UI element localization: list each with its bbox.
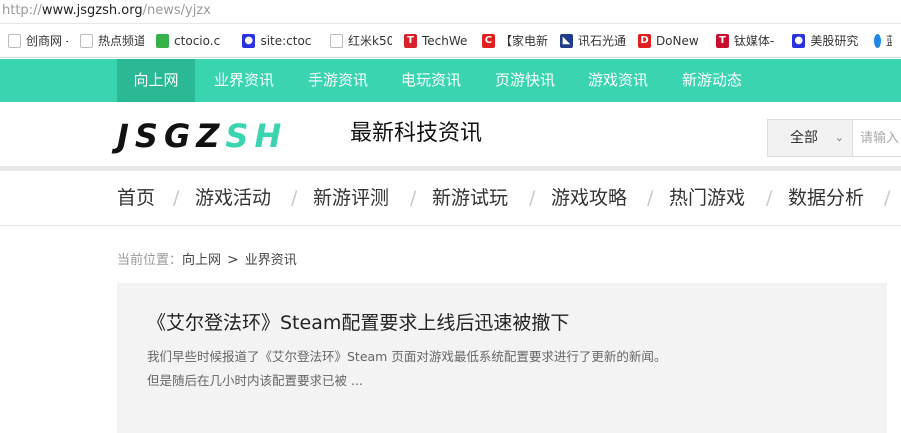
secnav-item-trials[interactable]: 新游试玩: [432, 185, 508, 211]
bookmark-item[interactable]: 红米k50: [322, 29, 396, 53]
article-title[interactable]: 《艾尔登法环》Steam配置要求上线后迅速被撤下: [147, 309, 569, 337]
bookmark-label: 红米k50: [348, 34, 392, 48]
search-box: 全部 ⌄: [767, 119, 901, 157]
topnav-item-mobile-games[interactable]: 手游资讯: [303, 59, 373, 102]
bookmark-label: 钛媒体-: [733, 34, 775, 48]
chevron-down-icon: ⌄: [834, 131, 844, 144]
baidu-paw-icon: ●: [792, 33, 806, 48]
logo-part-green: SH: [225, 117, 288, 155]
nav-separator: /: [291, 187, 298, 209]
url-host: www.jsgzsh.org: [41, 3, 143, 18]
search-scope-label: 全部: [790, 130, 818, 146]
bookmark-label: 【家电新: [499, 34, 548, 48]
breadcrumb-prefix: 当前位置：: [117, 253, 183, 268]
nav-separator: /: [173, 187, 180, 209]
bookmark-item[interactable]: C 【家电新: [474, 29, 552, 53]
bookmark-label: 热点频道: [98, 34, 144, 48]
techweb-icon: T: [404, 33, 417, 48]
bookmarks-bar: 创商网 - 热点频道 ctocio.c ● site:ctoc 红米k50 T …: [0, 24, 901, 58]
bookmark-item[interactable]: 蓝: [866, 29, 896, 53]
bookmark-item[interactable]: 热点频道: [72, 29, 148, 53]
url-path: /news/yjzx: [142, 3, 211, 18]
secnav-item-guides[interactable]: 游戏攻略: [551, 185, 627, 211]
bookmark-item[interactable]: 创商网 -: [0, 29, 72, 53]
topnav-item-new-games[interactable]: 新游动态: [677, 59, 747, 102]
address-bar[interactable]: http://www.jsgzsh.org/news/yjzx: [0, 0, 901, 24]
site-header: JSGZSH 最新科技资讯 全部 ⌄: [0, 102, 901, 166]
bookmark-item[interactable]: ◣ 讯石光通: [552, 29, 630, 53]
page-icon: [8, 33, 21, 48]
bookmark-item[interactable]: ● site:ctoc: [234, 29, 322, 53]
page-icon: [80, 33, 94, 48]
breadcrumb-current[interactable]: 业界资讯: [245, 253, 297, 268]
secnav-item-analytics[interactable]: 数据分析: [788, 185, 864, 211]
bookmark-label: 美股研究: [810, 34, 859, 48]
baidu-paw-icon: ●: [242, 33, 256, 48]
page-icon: [330, 33, 343, 48]
nav-separator: /: [884, 187, 891, 209]
bookmark-item[interactable]: ● 美股研究: [784, 29, 866, 53]
top-nav: 向上网 业界资讯 手游资讯 电玩资讯 页游快讯 游戏资讯 新游动态: [0, 59, 901, 102]
secondary-nav: 首页 / 游戏活动 / 新游评测 / 新游试玩 / 游戏攻略 / 热门游戏 / …: [0, 171, 901, 226]
logo-part-dark: JSGZ: [117, 117, 226, 155]
site-logo[interactable]: JSGZSH: [117, 118, 287, 154]
bookmark-label: site:ctoc: [260, 33, 312, 48]
secnav-item-hot-games[interactable]: 热门游戏: [669, 185, 745, 211]
bookmark-label: 讯石光通: [577, 34, 626, 48]
bookmark-item[interactable]: T TechWe: [396, 29, 474, 53]
drop-icon: [874, 33, 881, 48]
bookmark-item[interactable]: T 钛媒体-: [708, 29, 784, 53]
url-scheme: http://: [2, 3, 42, 18]
topnav-item-web-games[interactable]: 页游快讯: [490, 59, 560, 102]
bookmark-item[interactable]: D DoNew: [630, 29, 708, 53]
topnav-item-industry[interactable]: 业界资讯: [209, 59, 279, 102]
nav-separator: /: [766, 187, 773, 209]
search-scope-select[interactable]: 全部 ⌄: [768, 120, 853, 156]
tmtpost-icon: T: [716, 33, 729, 48]
bookmark-label: 蓝: [886, 32, 892, 49]
bookmark-label: TechWe: [421, 33, 468, 48]
article-summary: 我们早些时候报道了《艾尔登法环》Steam 页面对游戏最低系统配置要求进行了更新…: [147, 349, 667, 388]
bookmark-item[interactable]: ctocio.c: [148, 29, 234, 53]
topnav-item-xiangshang[interactable]: 向上网: [117, 59, 195, 102]
nav-separator: /: [529, 187, 536, 209]
secnav-item-reviews[interactable]: 新游评测: [313, 185, 389, 211]
ctocio-icon: [156, 33, 170, 48]
secnav-item-home[interactable]: 首页: [117, 185, 155, 211]
breadcrumb: 当前位置：向上网 > 业界资讯: [117, 250, 297, 271]
bookmark-label: ctocio.c: [174, 33, 221, 48]
article-card[interactable]: 《艾尔登法环》Steam配置要求上线后迅速被撤下 我们早些时候报道了《艾尔登法环…: [117, 283, 887, 433]
breadcrumb-arrow-icon: >: [227, 252, 239, 268]
secnav-item-events[interactable]: 游戏活动: [195, 185, 271, 211]
xunshi-icon: ◣: [560, 33, 573, 48]
breadcrumb-home-link[interactable]: 向上网: [182, 253, 221, 268]
bookmark-label: 创商网 -: [25, 34, 68, 48]
topnav-item-game-news[interactable]: 游戏资讯: [583, 59, 653, 102]
site-slogan: 最新科技资讯: [350, 121, 483, 146]
nav-separator: /: [410, 187, 417, 209]
bookmark-label: DoNew: [655, 33, 699, 48]
c-logo-icon: C: [482, 33, 495, 48]
nav-separator: /: [647, 187, 654, 209]
donews-icon: D: [638, 33, 651, 48]
topnav-item-console-games[interactable]: 电玩资讯: [396, 59, 466, 102]
search-input[interactable]: [854, 120, 901, 156]
